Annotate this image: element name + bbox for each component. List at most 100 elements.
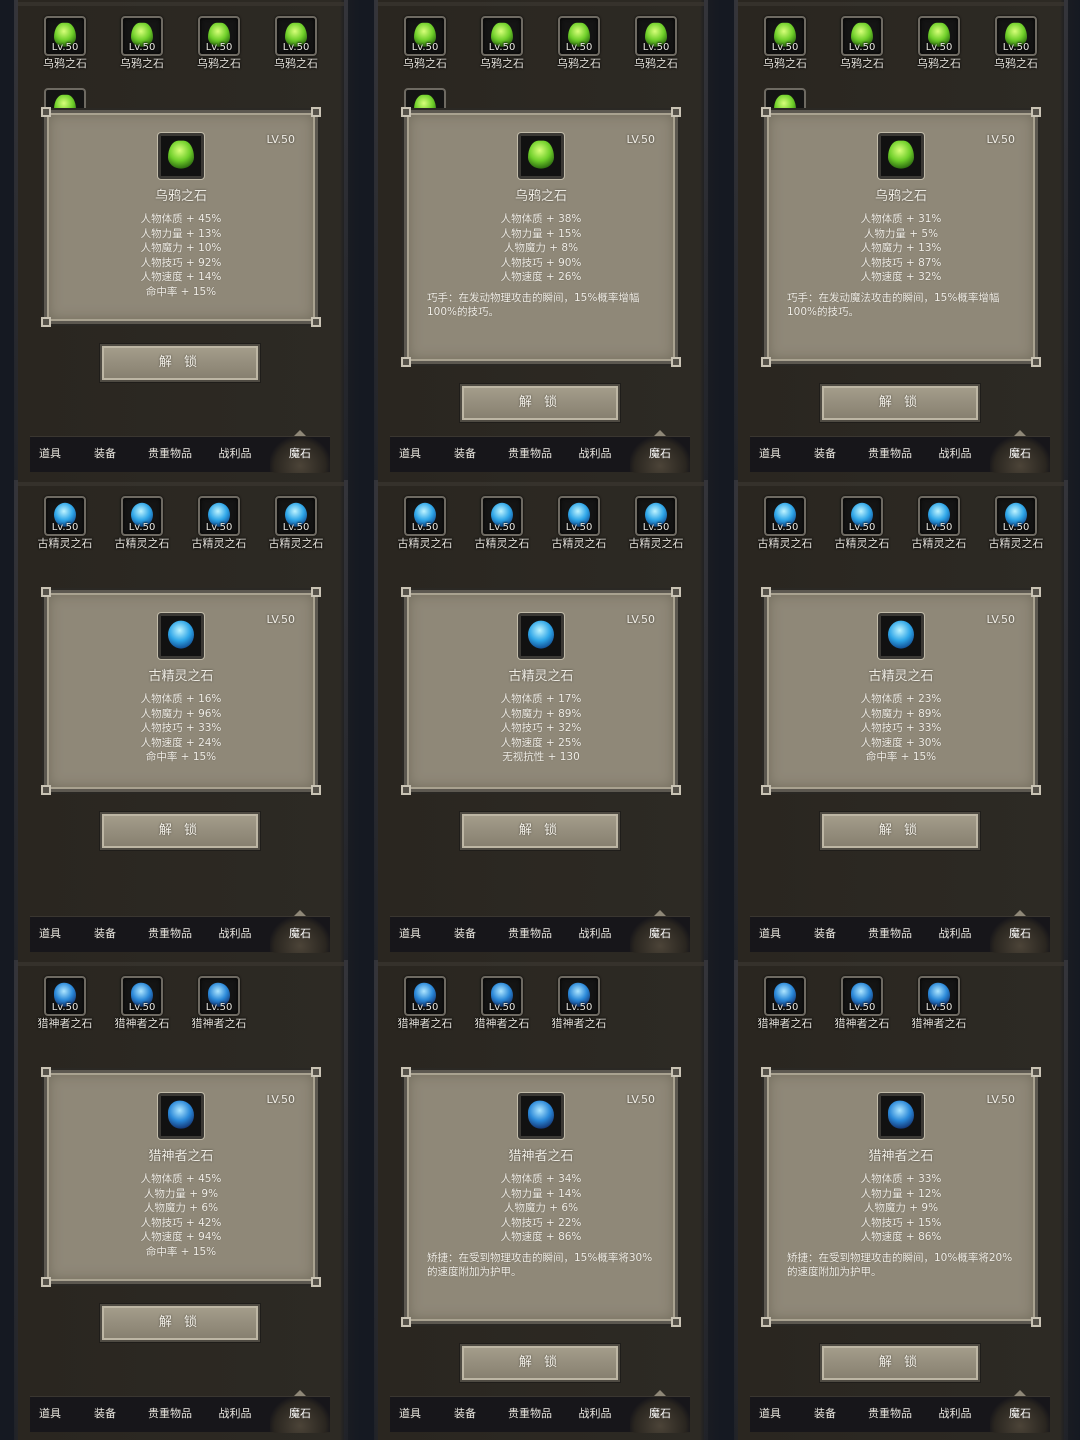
- tab-5[interactable]: 魔石: [990, 1390, 1050, 1433]
- unlock-button[interactable]: 解 锁: [460, 1344, 620, 1382]
- item-slot[interactable]: Lv.50 猎神者之石: [832, 976, 892, 1030]
- item-slot[interactable]: Lv.50 古精灵之石: [266, 496, 326, 550]
- tab-2[interactable]: 装备: [75, 437, 135, 473]
- tab-3[interactable]: 贵重物品: [490, 1397, 570, 1433]
- item-detail-card: LV.50 古精灵之石 人物体质 + 17% 人物魔力 + 89% 人物技巧 + 32%…: [401, 587, 681, 795]
- tab-1[interactable]: 道具: [20, 917, 80, 953]
- tab-5[interactable]: 魔石: [630, 430, 690, 473]
- item-slot[interactable]: Lv.50 古精灵之石: [189, 496, 249, 550]
- unlock-button[interactable]: 解 锁: [460, 812, 620, 850]
- tab-4[interactable]: 战利品: [205, 437, 265, 473]
- tab-5[interactable]: 魔石: [990, 910, 1050, 953]
- tab-4[interactable]: 战利品: [565, 437, 625, 473]
- tab-3[interactable]: 贵重物品: [490, 917, 570, 953]
- tab-2[interactable]: 装备: [435, 1397, 495, 1433]
- tab-3[interactable]: 贵重物品: [850, 437, 930, 473]
- item-slot[interactable]: Lv.50 乌鸦之石: [549, 16, 609, 70]
- item-slot[interactable]: Lv.50 乌鸦之石: [832, 16, 892, 70]
- card-corner: [41, 1277, 51, 1287]
- item-slot[interactable]: Lv.50 乌鸦之石: [755, 16, 815, 70]
- tab-5[interactable]: 魔石: [270, 1390, 330, 1433]
- magic-stone-icon: [528, 620, 554, 649]
- tab-5[interactable]: 魔石: [270, 910, 330, 953]
- item-slot[interactable]: Lv.50 古精灵之石: [395, 496, 455, 550]
- unlock-button[interactable]: 解 锁: [100, 812, 260, 850]
- item-slot[interactable]: Lv.50 猎神者之石: [112, 976, 172, 1030]
- item-slot[interactable]: Lv.50 猎神者之石: [395, 976, 455, 1030]
- tab-4[interactable]: 战利品: [925, 437, 985, 473]
- item-slot[interactable]: Lv.50 古精灵之石: [909, 496, 969, 550]
- card-corner: [761, 357, 771, 367]
- item-slot[interactable]: Lv.50 乌鸦之石: [395, 16, 455, 70]
- item-slot[interactable]: Lv.50 乌鸦之石: [909, 16, 969, 70]
- tab-3[interactable]: 贵重物品: [130, 917, 210, 953]
- tab-2[interactable]: 装备: [795, 917, 855, 953]
- item-slot[interactable]: Lv.50 古精灵之石: [755, 496, 815, 550]
- item-slot[interactable]: Lv.50 猎神者之石: [472, 976, 532, 1030]
- tab-3[interactable]: 贵重物品: [850, 1397, 930, 1433]
- item-slot[interactable]: Lv.50 猎神者之石: [189, 976, 249, 1030]
- tab-1[interactable]: 道具: [380, 437, 440, 473]
- unlock-button[interactable]: 解 锁: [820, 812, 980, 850]
- item-detail-card: LV.50 猎神者之石 人物体质 + 45% 人物力量 + 9% 人物魔力 + 6% 人物…: [41, 1067, 321, 1287]
- tab-3[interactable]: 贵重物品: [130, 437, 210, 473]
- item-slot[interactable]: Lv.50 猎神者之石: [755, 976, 815, 1030]
- inventory-panel: Lv.50 猎神者之石 Lv.50 猎神者之石 Lv.50 猎神者之石 LV.50 猎神者之石…: [360, 960, 720, 1440]
- tab-1[interactable]: 道具: [740, 1397, 800, 1433]
- item-slot[interactable]: Lv.50 乌鸦之石: [472, 16, 532, 70]
- stat-line: 人物魔力 + 6%: [503, 1202, 579, 1214]
- item-detail-card: LV.50 古精灵之石 人物体质 + 23% 人物魔力 + 89% 人物技巧 + 33%…: [761, 587, 1041, 795]
- tab-2[interactable]: 装备: [435, 917, 495, 953]
- tab-1[interactable]: 道具: [20, 1397, 80, 1433]
- item-slot[interactable]: Lv.50 乌鸦之石: [189, 16, 249, 70]
- tab-3[interactable]: 贵重物品: [130, 1397, 210, 1433]
- tab-4[interactable]: 战利品: [565, 1397, 625, 1433]
- item-slot[interactable]: Lv.50 古精灵之石: [986, 496, 1046, 550]
- item-slot[interactable]: Lv.50 猎神者之石: [35, 976, 95, 1030]
- tab-4[interactable]: 战利品: [205, 917, 265, 953]
- tab-5[interactable]: 魔石: [630, 1390, 690, 1433]
- item-slot[interactable]: Lv.50 乌鸦之石: [986, 16, 1046, 70]
- item-slot[interactable]: Lv.50 乌鸦之石: [112, 16, 172, 70]
- card-corner: [761, 1067, 771, 1077]
- tab-2[interactable]: 装备: [75, 917, 135, 953]
- tab-4[interactable]: 战利品: [205, 1397, 265, 1433]
- item-slot[interactable]: Lv.50 乌鸦之石: [626, 16, 686, 70]
- unlock-button[interactable]: 解 锁: [820, 384, 980, 422]
- tab-4[interactable]: 战利品: [925, 917, 985, 953]
- tab-1[interactable]: 道具: [20, 437, 80, 473]
- item-slot[interactable]: Lv.50 猎神者之石: [549, 976, 609, 1030]
- unlock-button[interactable]: 解 锁: [100, 1304, 260, 1342]
- tab-1[interactable]: 道具: [740, 917, 800, 953]
- item-slot[interactable]: Lv.50 乌鸦之石: [35, 16, 95, 70]
- tab-1[interactable]: 道具: [380, 1397, 440, 1433]
- tab-2[interactable]: 装备: [795, 1397, 855, 1433]
- item-name: 乌鸦之石: [43, 57, 87, 70]
- unlock-button[interactable]: 解 锁: [460, 384, 620, 422]
- item-slot[interactable]: Lv.50 猎神者之石: [909, 976, 969, 1030]
- tab-1[interactable]: 道具: [740, 437, 800, 473]
- tab-2[interactable]: 装备: [795, 437, 855, 473]
- unlock-button[interactable]: 解 锁: [100, 344, 260, 382]
- tab-5[interactable]: 魔石: [630, 910, 690, 953]
- tab-4[interactable]: 战利品: [925, 1397, 985, 1433]
- unlock-button[interactable]: 解 锁: [820, 1344, 980, 1382]
- tab-2[interactable]: 装备: [75, 1397, 135, 1433]
- item-slot[interactable]: Lv.50 古精灵之石: [626, 496, 686, 550]
- tab-1[interactable]: 道具: [380, 917, 440, 953]
- item-slot[interactable]: Lv.50 古精灵之石: [472, 496, 532, 550]
- tab-5[interactable]: 魔石: [990, 430, 1050, 473]
- tab-3[interactable]: 贵重物品: [490, 437, 570, 473]
- item-slot[interactable]: Lv.50 古精灵之石: [112, 496, 172, 550]
- inventory-panel: Lv.50 乌鸦之石 Lv.50 乌鸦之石 Lv.50 乌鸦之石 Lv.50 乌鸦之石 LV.5…: [360, 0, 720, 480]
- stat-line: 人物体质 + 23%: [860, 693, 942, 705]
- item-slot[interactable]: Lv.50 乌鸦之石: [266, 16, 326, 70]
- tab-5[interactable]: 魔石: [270, 430, 330, 473]
- item-slot[interactable]: Lv.50 古精灵之石: [832, 496, 892, 550]
- tab-3[interactable]: 贵重物品: [850, 917, 930, 953]
- item-slot[interactable]: Lv.50 古精灵之石: [35, 496, 95, 550]
- stat-line: 人物体质 + 45%: [140, 213, 222, 225]
- tab-4[interactable]: 战利品: [565, 917, 625, 953]
- tab-2[interactable]: 装备: [435, 437, 495, 473]
- item-slot[interactable]: Lv.50 古精灵之石: [549, 496, 609, 550]
